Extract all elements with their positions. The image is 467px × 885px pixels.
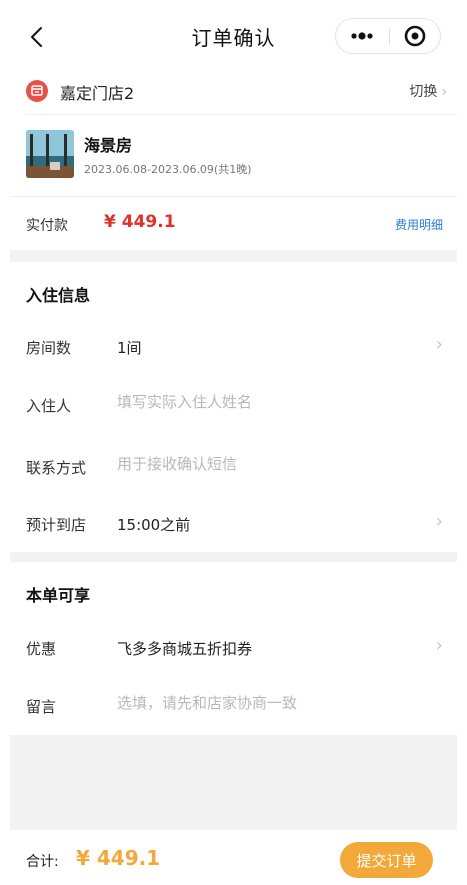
more-dots-icon bbox=[351, 32, 373, 40]
payment-amount: ¥ 449.1 bbox=[104, 212, 176, 232]
rooms-label: 房间数 bbox=[26, 339, 72, 357]
divider bbox=[26, 114, 457, 115]
mini-program-capsule bbox=[335, 18, 441, 54]
payment-label: 实付款 bbox=[26, 218, 68, 234]
room-name: 海景房 bbox=[84, 136, 133, 155]
close-button[interactable] bbox=[390, 19, 441, 53]
switch-label: 切换 bbox=[409, 84, 438, 100]
store-row: 嘉定门店2 切换 › bbox=[10, 72, 457, 112]
message-input[interactable] bbox=[117, 694, 417, 712]
arrival-label: 预计到店 bbox=[26, 516, 87, 534]
more-button[interactable] bbox=[336, 19, 388, 53]
nav-bar: 订单确认 bbox=[0, 0, 467, 72]
submit-order-button[interactable]: 提交订单 bbox=[340, 842, 433, 878]
bottom-bar: 合计: ¥ 449.1 提交订单 bbox=[0, 830, 467, 885]
total-label: 合计: bbox=[26, 854, 59, 870]
target-circle-icon bbox=[404, 25, 426, 47]
benefits-card: 本单可享 优惠 飞多多商城五折扣券 › 留言 bbox=[10, 562, 457, 735]
guest-label: 入住人 bbox=[26, 397, 72, 415]
rooms-value: 1间 bbox=[117, 339, 142, 357]
store-icon bbox=[26, 80, 48, 102]
store-name: 嘉定门店2 bbox=[60, 84, 135, 103]
chevron-right-icon: › bbox=[435, 511, 443, 532]
stay-dates: 2023.06.08-2023.06.09(共1晚) bbox=[84, 163, 252, 176]
arrival-value: 15:00之前 bbox=[117, 516, 191, 534]
contact-label: 联系方式 bbox=[26, 459, 87, 477]
checkin-info-card: 入住信息 房间数 1间 › 入住人 联系方式 预计到店 15:00之前 › bbox=[10, 262, 457, 552]
discount-value: 飞多多商城五折扣券 bbox=[117, 640, 253, 658]
contact-input[interactable] bbox=[117, 455, 417, 473]
store-card: 嘉定门店2 切换 › 海景房 2023.06.08-2023.06.09(共1晚)… bbox=[10, 72, 457, 250]
discount-label: 优惠 bbox=[26, 640, 57, 658]
chevron-right-icon: › bbox=[441, 84, 447, 100]
order-confirm-page: 订单确认 嘉定门店2 切换 › 海景房 2023.06.08-2023.06.0… bbox=[0, 0, 467, 885]
chevron-right-icon: › bbox=[435, 635, 443, 656]
switch-store-button[interactable]: 切换 › bbox=[409, 81, 447, 101]
discount-row[interactable]: 优惠 飞多多商城五折扣券 › bbox=[10, 622, 457, 672]
fee-detail-link[interactable]: 费用明细 bbox=[395, 216, 443, 233]
guest-name-input[interactable] bbox=[117, 393, 417, 411]
message-label: 留言 bbox=[26, 698, 57, 716]
total-amount: ¥ 449.1 bbox=[76, 846, 161, 870]
section-title: 本单可享 bbox=[26, 586, 91, 605]
divider bbox=[10, 196, 457, 197]
section-title: 入住信息 bbox=[26, 286, 91, 305]
chevron-right-icon: › bbox=[435, 334, 443, 355]
room-thumbnail bbox=[26, 130, 74, 178]
rooms-row[interactable]: 房间数 1间 › bbox=[10, 322, 457, 372]
arrival-time-row[interactable]: 预计到店 15:00之前 › bbox=[10, 499, 457, 549]
